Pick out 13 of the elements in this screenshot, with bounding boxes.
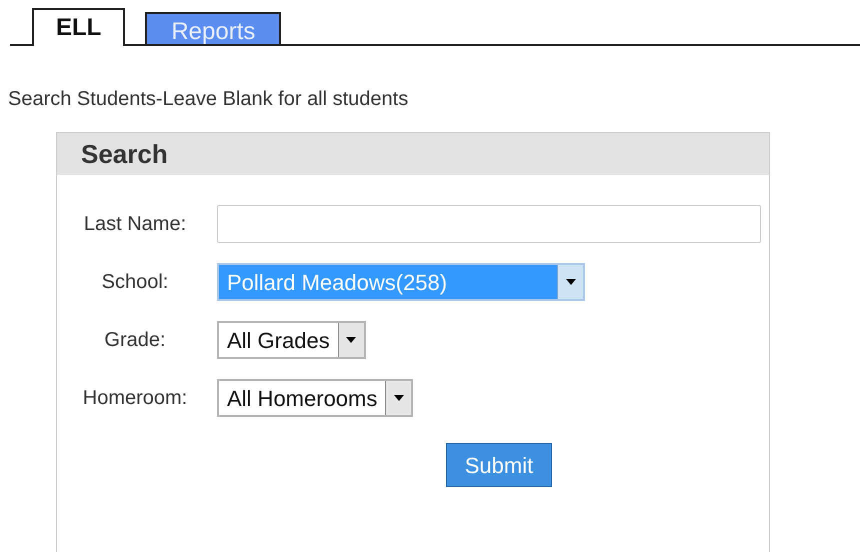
field-label: Last Name: xyxy=(82,212,188,237)
dropdown-value: Pollard Meadows(258) xyxy=(219,265,557,299)
dropdown-value: All Homerooms xyxy=(226,384,378,412)
dropdown[interactable]: All Grades xyxy=(217,321,366,359)
tab[interactable]: ELL xyxy=(32,8,126,46)
panel-title: Search xyxy=(81,138,168,170)
field-label: School: xyxy=(100,270,170,295)
dropdown-value: All Grades xyxy=(226,326,331,354)
field-label: Homeroom: xyxy=(82,386,188,411)
dropdown[interactable]: All Homerooms xyxy=(217,379,414,417)
instructions-text: Search Students-Leave Blank for all students xyxy=(8,87,410,112)
last-name-field[interactable] xyxy=(217,205,761,243)
field-label: Grade: xyxy=(103,328,167,353)
